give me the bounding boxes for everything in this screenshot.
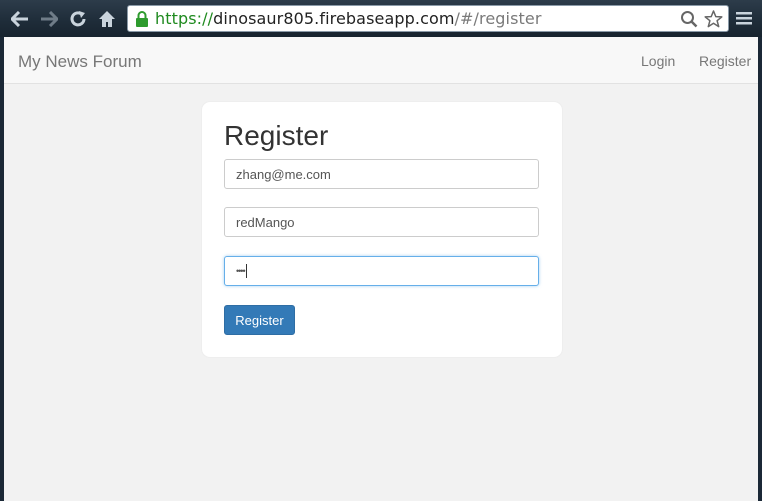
url-path: /#/register bbox=[454, 9, 542, 28]
window-frame-right bbox=[758, 37, 762, 501]
back-arrow-icon[interactable] bbox=[10, 9, 30, 29]
password-field[interactable]: •••• bbox=[224, 256, 539, 286]
site-brand-link[interactable]: My News Forum bbox=[18, 52, 142, 72]
email-field[interactable]: zhang@me.com bbox=[224, 159, 539, 189]
page-viewport: My News Forum Login Register Register zh… bbox=[4, 37, 758, 501]
url-scheme: https:// bbox=[155, 9, 214, 28]
forward-arrow-icon[interactable] bbox=[39, 9, 59, 29]
username-field-value: redMango bbox=[236, 214, 295, 230]
lock-icon bbox=[135, 10, 149, 27]
username-field[interactable]: redMango bbox=[224, 207, 539, 237]
nav-login-link[interactable]: Login bbox=[641, 53, 675, 69]
home-icon[interactable] bbox=[97, 9, 117, 29]
page-title: Register bbox=[224, 120, 329, 151]
browser-toolbar: https://dinosaur805.firebaseapp.com/#/re… bbox=[0, 0, 762, 37]
nav-register-link[interactable]: Register bbox=[699, 53, 751, 69]
reload-icon[interactable] bbox=[68, 9, 88, 29]
site-navbar: My News Forum Login Register bbox=[4, 37, 758, 84]
address-bar[interactable]: https://dinosaur805.firebaseapp.com/#/re… bbox=[127, 5, 729, 32]
star-icon[interactable] bbox=[704, 10, 723, 33]
register-card: Register zhang@me.com redMango •••• Regi… bbox=[202, 102, 562, 357]
url-text: https://dinosaur805.firebaseapp.com/#/re… bbox=[155, 9, 542, 28]
hamburger-menu-icon[interactable] bbox=[735, 9, 755, 29]
text-caret bbox=[245, 264, 247, 278]
password-field-value: •••• bbox=[236, 266, 246, 276]
search-icon[interactable] bbox=[680, 10, 698, 33]
email-field-value: zhang@me.com bbox=[236, 166, 331, 182]
url-host: dinosaur805.firebaseapp.com bbox=[213, 9, 455, 28]
register-submit-button[interactable]: Register bbox=[224, 305, 295, 335]
